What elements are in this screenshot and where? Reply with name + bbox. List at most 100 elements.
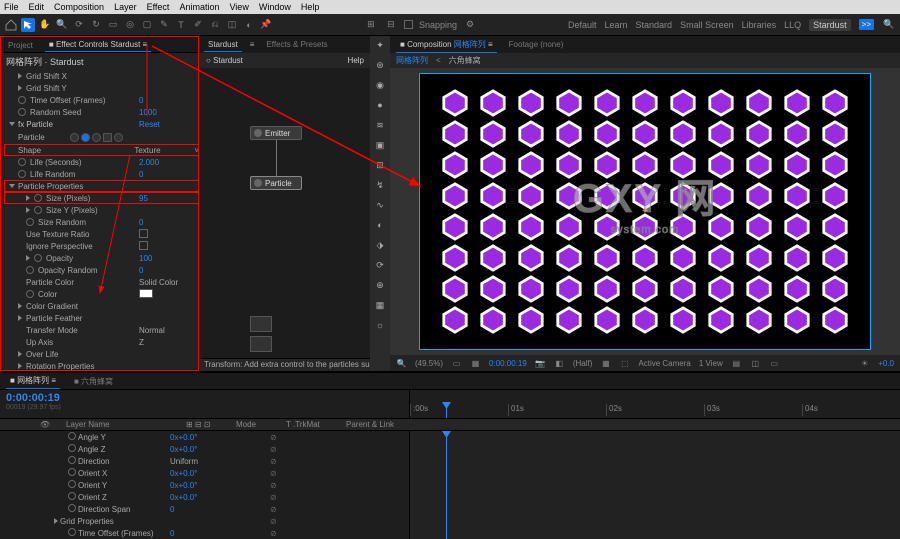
row-value[interactable]: Uniform [170,457,230,466]
mag-icon[interactable]: 🔍 [396,358,407,369]
prop-life-seconds[interactable]: Life (Seconds) [30,158,82,167]
stopwatch-icon[interactable] [34,254,42,262]
timeline-tab-2[interactable]: ■ 六角蜂窝 [70,374,117,389]
shape-circle-icon[interactable] [70,133,79,142]
prop-color-gradient[interactable]: Color Gradient [26,302,78,311]
menu-edit[interactable]: Edit [29,2,45,12]
shape-cloud-icon[interactable] [92,133,101,142]
workspace-learn[interactable]: Learn [605,20,628,30]
node-particle[interactable]: Particle [250,176,302,190]
aux-icon[interactable]: ◐ [373,218,387,232]
pixel-aspect-icon[interactable]: ▭ [769,358,780,369]
timeline-row[interactable]: Angle Y0x+0.0°⊘ [0,431,409,443]
region-icon[interactable]: ◧ [554,358,565,369]
col-trkmat[interactable]: T .TrkMat [286,420,336,429]
prop-grid-shift-x[interactable]: Grid Shift X [26,72,67,81]
menu-effect[interactable]: Effect [147,2,170,12]
col-mode[interactable]: Mode [236,420,276,429]
row-value[interactable]: 0 [170,505,230,514]
menu-file[interactable]: File [4,2,19,12]
row-value[interactable]: 0x+0.0° [170,445,230,454]
clone-node-icon[interactable]: ⊕ [373,278,387,292]
shape-square-icon[interactable] [103,133,112,142]
row-value[interactable]: 0x+0.0° [170,481,230,490]
stopwatch-icon[interactable] [18,158,26,166]
align-icon[interactable]: ⊞ [364,18,378,32]
prop-up-axis-value[interactable]: Z [139,338,199,347]
time-ruler[interactable]: :00s 01s 02s 03s 04s [410,390,900,418]
clone-tool-icon[interactable]: ⎌ [208,18,222,32]
stardust-help-link[interactable]: Help [348,56,364,65]
snapshot-icon[interactable]: 📷 [535,358,546,369]
prop-use-texture-ratio[interactable]: Use Texture Ratio [26,230,89,239]
zoom-tool-icon[interactable]: 🔍 [55,18,69,32]
menu-layer[interactable]: Layer [114,2,137,12]
eraser-tool-icon[interactable]: ◫ [225,18,239,32]
stopwatch-icon[interactable] [34,206,42,214]
mask-icon[interactable]: ◫ [750,358,761,369]
snapping-checkbox[interactable] [404,20,413,29]
prop-opacity-random-value[interactable]: 0 [139,266,199,275]
menu-view[interactable]: View [229,2,248,12]
timeline-row[interactable]: Orient Y0x+0.0°⊘ [0,479,409,491]
tab-stardust[interactable]: Stardust [204,38,242,52]
roto-tool-icon[interactable]: ◐ [242,18,256,32]
menu-composition[interactable]: Composition [54,2,104,12]
prop-random-seed-value[interactable]: 1000 [139,108,199,117]
timeline-row[interactable]: Angle Z0x+0.0°⊘ [0,443,409,455]
pen-tool-icon[interactable]: ✎ [157,18,171,32]
prop-particle-feather[interactable]: Particle Feather [26,314,82,323]
prop-size-pixels-value[interactable]: 95 [139,194,199,203]
workspace-llq[interactable]: LLQ [784,20,801,30]
orbit-tool-icon[interactable]: ⟳ [72,18,86,32]
row-value[interactable]: 0 [170,529,230,538]
stopwatch-icon[interactable] [34,194,42,202]
prop-rotation-properties[interactable]: Rotation Properties [26,362,94,371]
stopwatch-icon[interactable] [18,108,26,116]
timeline-row[interactable]: Orient X0x+0.0°⊘ [0,467,409,479]
viewer[interactable]: ✦ GXY 网system.com [390,68,900,355]
timeline-row[interactable]: Grid Properties⊘ [0,515,409,527]
distribute-icon[interactable]: ⊟ [384,18,398,32]
reset-link[interactable]: Reset [139,120,199,129]
timeline-row[interactable]: Direction Span0⊘ [0,503,409,515]
shape-star-icon[interactable] [114,133,123,142]
replica-icon[interactable]: ⊞ [373,158,387,172]
footage-tab[interactable]: Footage (none) [505,38,568,51]
system-icon[interactable]: ⊛ [373,58,387,72]
hand-tool-icon[interactable]: ✋ [38,18,52,32]
prop-life-random[interactable]: Life Random [30,170,75,179]
prop-over-life[interactable]: Over Life [26,350,58,359]
menu-window[interactable]: Window [259,2,291,12]
res-icon[interactable]: ▭ [451,358,462,369]
stopwatch-icon[interactable] [18,96,26,104]
workspace-libraries[interactable]: Libraries [742,20,777,30]
row-value[interactable]: 0x+0.0° [170,493,230,502]
current-time[interactable]: 0:00:00:19 [489,359,527,368]
channel-icon[interactable]: ▦ [470,358,481,369]
tab-project[interactable]: Project [4,39,37,52]
camera-dropdown[interactable]: Active Camera [638,359,690,368]
col-parent[interactable]: Parent & Link [346,420,394,429]
prop-opacity-random[interactable]: Opacity Random [38,266,98,275]
timeline-graph[interactable] [410,431,900,539]
star-icon[interactable]: ✦ [373,38,387,52]
workspace-overflow[interactable]: >> [859,19,874,30]
timecode[interactable]: 0:00:00:19 [6,392,403,404]
comp-breadcrumb-2[interactable]: 六角蜂窝 [449,55,481,66]
timeline-row[interactable]: Orient Z0x+0.0°⊘ [0,491,409,503]
composition-canvas[interactable]: ✦ GXY 网system.com [420,74,870,349]
shape-tool-icon[interactable]: ▢ [140,18,154,32]
prop-size-random[interactable]: Size Random [38,218,86,227]
menu-help[interactable]: Help [301,2,320,12]
prop-random-seed[interactable]: Random Seed [30,108,81,117]
preview-thumb[interactable] [250,336,272,352]
transparency-icon[interactable]: ▦ [600,358,611,369]
emitter-add-icon[interactable]: ◉ [373,78,387,92]
prop-transfer-mode-value[interactable]: Normal [139,326,199,335]
group-icon[interactable]: ▦ [373,298,387,312]
selection-tool-icon[interactable] [21,18,35,32]
exposure-value[interactable]: +0.0 [878,359,894,368]
stopwatch-icon[interactable] [18,170,26,178]
resolution-dropdown[interactable]: (Half) [573,359,593,368]
